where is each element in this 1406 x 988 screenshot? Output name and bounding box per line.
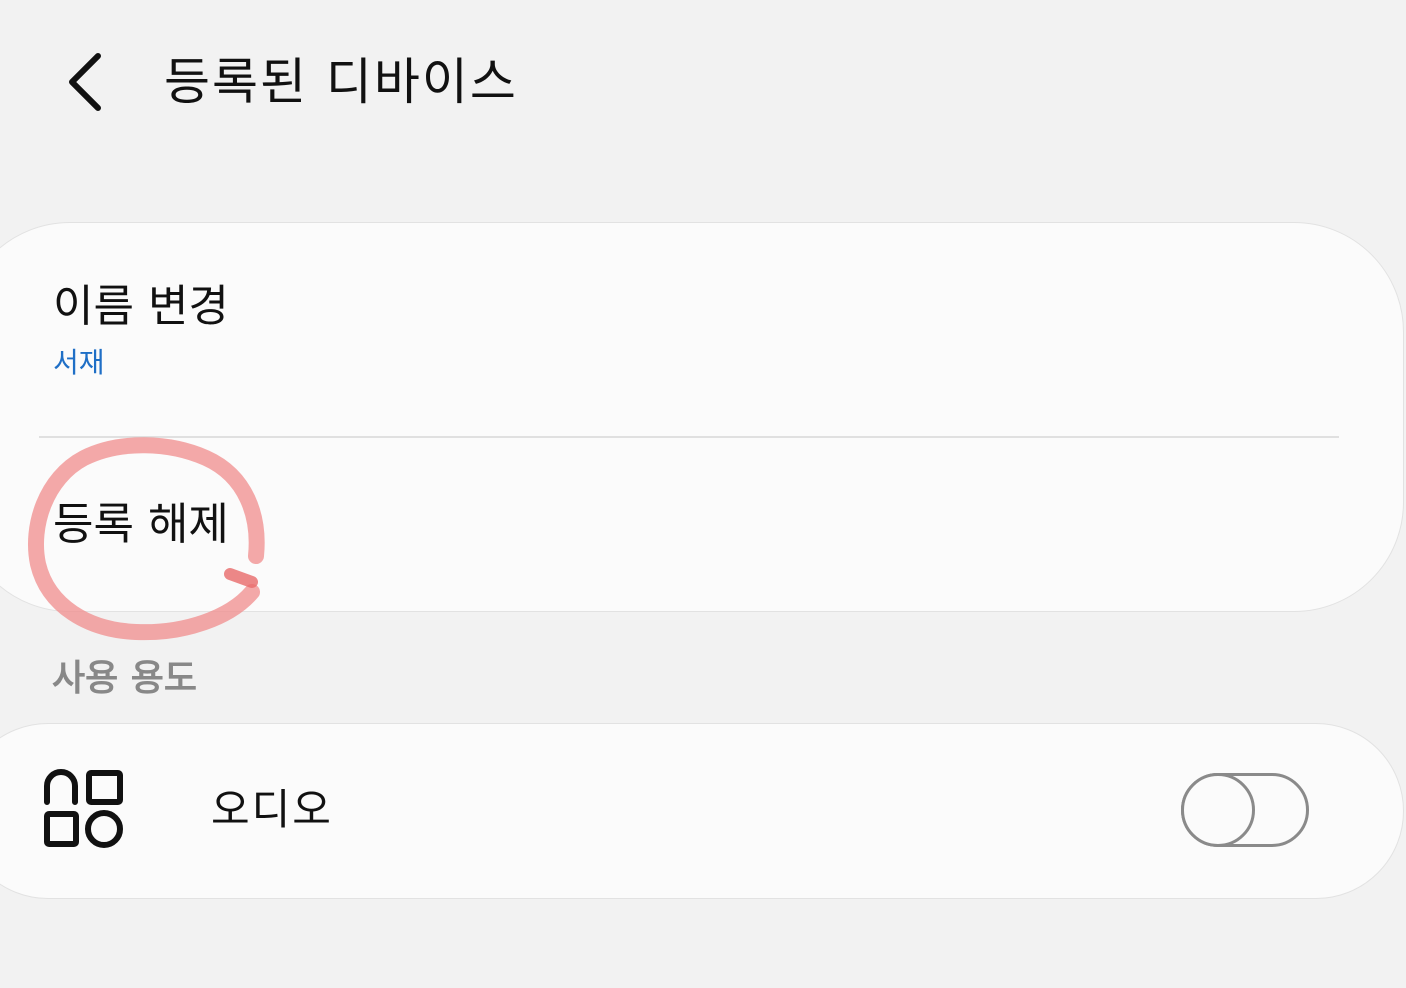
device-name-value: 서재 — [53, 346, 105, 379]
device-settings-card: 이름 변경 서재 등록 해제 — [0, 222, 1404, 612]
rename-label: 이름 변경 — [53, 281, 229, 332]
unregister-label: 등록 해제 — [53, 499, 229, 550]
back-button[interactable] — [44, 44, 120, 120]
app-bar: 등록된 디바이스 — [0, 0, 1406, 170]
page-title: 등록된 디바이스 — [164, 53, 518, 111]
apps-grid-icon — [44, 769, 123, 848]
usage-card: 오디오 — [0, 723, 1404, 899]
divider — [39, 436, 1339, 438]
chevron-left-icon — [69, 53, 101, 111]
audio-row[interactable]: 오디오 — [1, 724, 1403, 898]
audio-label: 오디오 — [211, 785, 333, 834]
unregister-row[interactable]: 등록 해제 — [1, 439, 1403, 611]
usage-section-label: 사용 용도 — [52, 658, 198, 699]
audio-toggle[interactable] — [1181, 773, 1309, 847]
rename-row[interactable]: 이름 변경 서재 — [1, 223, 1403, 437]
toggle-knob — [1181, 773, 1255, 847]
